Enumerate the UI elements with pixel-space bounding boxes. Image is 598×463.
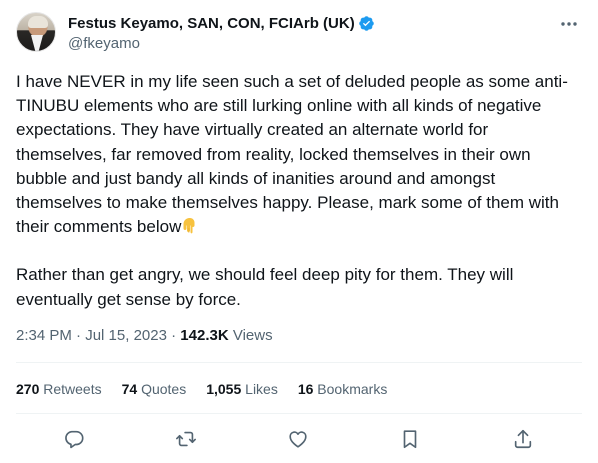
bookmark-icon[interactable] [397, 426, 423, 452]
tweet-card: Festus Keyamo, SAN, CON, FCIArb (UK) @fk… [0, 0, 598, 463]
tweet-time[interactable]: 2:34 PM [16, 327, 72, 344]
quotes-stat[interactable]: 74 Quotes [122, 379, 187, 399]
author-handle[interactable]: @fkeyamo [68, 34, 375, 54]
tweet-header: Festus Keyamo, SAN, CON, FCIArb (UK) @fk… [16, 12, 582, 56]
likes-label: Likes [241, 381, 278, 397]
views-label: Views [228, 327, 273, 344]
retweets-stat[interactable]: 270 Retweets [16, 379, 102, 399]
quotes-count: 74 [121, 381, 138, 397]
tweet-actions [16, 426, 582, 452]
bookmarks-stat[interactable]: 16 Bookmarks [298, 379, 388, 399]
verified-badge-icon [358, 15, 374, 31]
avatar[interactable] [16, 12, 56, 52]
share-icon[interactable] [510, 426, 536, 452]
more-horizontal-icon[interactable] [558, 16, 580, 32]
heart-icon[interactable] [285, 426, 311, 452]
divider [16, 413, 582, 414]
tweet-paragraph-2: Rather than get angry, we should feel de… [16, 265, 514, 309]
bookmarks-count: 16 [297, 381, 314, 397]
reply-icon[interactable] [61, 426, 87, 452]
divider [16, 362, 582, 363]
author-display-name[interactable]: Festus Keyamo, SAN, CON, FCIArb (UK) [68, 15, 355, 32]
backhand-index-pointing-down-icon [183, 218, 195, 234]
tweet-paragraph: Rather than get angry, we should feel de… [16, 263, 582, 311]
likes-count: 1,055 [206, 381, 242, 397]
tweet-paragraph-1: I have NEVER in my life seen such a set … [16, 72, 568, 237]
meta-separator: · [166, 327, 181, 344]
views-count: 142.3K [180, 327, 229, 344]
likes-stat[interactable]: 1,055 Likes [206, 379, 278, 399]
quotes-label: Quotes [137, 381, 187, 397]
tweet-meta: 2:34 PM · Jul 15, 2023 · 142.3K Views [16, 326, 273, 346]
retweet-icon[interactable] [173, 426, 199, 452]
tweet-date[interactable]: Jul 15, 2023 [85, 327, 167, 344]
meta-separator: · [71, 327, 86, 344]
tweet-text: I have NEVER in my life seen such a set … [16, 70, 582, 312]
bookmarks-label: Bookmarks [313, 381, 388, 397]
author-names: Festus Keyamo, SAN, CON, FCIArb (UK) @fk… [68, 13, 375, 54]
retweets-label: Retweets [39, 381, 102, 397]
tweet-stats: 270 Retweets 74 Quotes 1,055 Likes 16 Bo… [16, 379, 407, 399]
tweet-paragraph: I have NEVER in my life seen such a set … [16, 70, 582, 239]
retweets-count: 270 [16, 381, 40, 397]
